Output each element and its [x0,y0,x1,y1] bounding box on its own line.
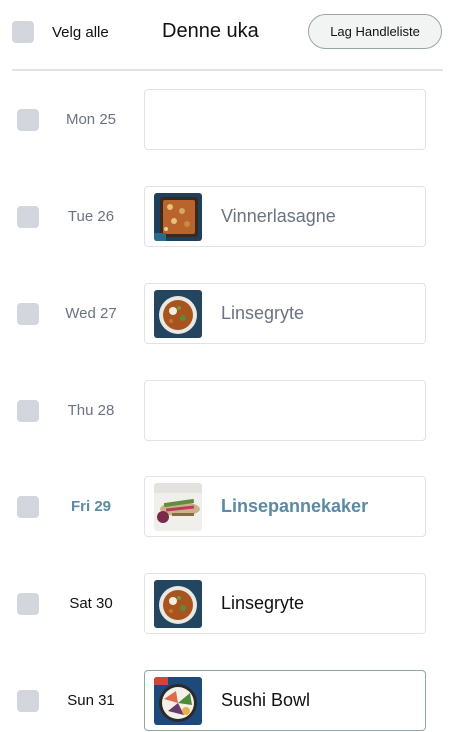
day-row-thu: Thu 28 [0,380,449,442]
day-checkbox[interactable] [17,303,39,325]
meal-card[interactable]: Vinnerlasagne [144,186,426,247]
dish-name: Vinnerlasagne [221,206,336,226]
select-all-label[interactable]: Velg alle [52,24,109,41]
page-title: Denne uka [162,20,259,42]
meal-card[interactable]: Linsegryte [144,573,426,634]
day-label: Wed 27 [65,305,117,322]
meal-card[interactable]: Linsepannekaker [144,476,426,537]
dish-name: Sushi Bowl [221,690,311,710]
day-row-fri: Fri 29 Linsepannekaker [0,476,449,538]
day-label: Sat 30 [69,595,113,612]
day-row-mon: Mon 25 [0,89,449,151]
day-row-sat: Sat 30 Linsegryte [0,573,449,635]
select-all-checkbox[interactable] [12,21,34,43]
day-row-tue: Tue 26 Vinnerlasagne [0,186,449,248]
day-label: Sun 31 [67,692,115,709]
day-checkbox[interactable] [17,690,39,712]
sushi-bowl-thumbnail [154,677,202,725]
day-label: Fri 29 [70,498,112,515]
day-label: Tue 26 [67,208,115,225]
day-label: Thu 28 [67,402,115,419]
meal-slot-empty[interactable] [144,380,426,441]
day-checkbox[interactable] [17,496,39,518]
day-checkbox[interactable] [17,400,39,422]
meal-slot-empty[interactable] [144,89,426,150]
dish-name: Linsepannekaker [221,496,369,516]
lasagna-thumbnail [154,193,202,241]
dish-name: Linsegryte [221,593,305,613]
pancakes-thumbnail [154,483,202,531]
create-shopping-list-button[interactable]: Lag Handleliste [308,14,442,49]
stew-thumbnail [154,290,202,338]
dish-name: Linsegryte [221,303,305,323]
meal-card[interactable]: Linsegryte [144,283,426,344]
day-checkbox[interactable] [17,109,39,131]
day-row-sun: Sun 31 Sushi Bowl [0,670,449,732]
meal-card[interactable]: Sushi Bowl [144,670,426,731]
day-checkbox[interactable] [17,206,39,228]
day-row-wed: Wed 27 Linsegryte [0,283,449,345]
stew-thumbnail [154,580,202,628]
day-label: Mon 25 [65,111,117,128]
header-divider [12,69,443,71]
header: Velg alle Denne uka Lag Handleliste [0,0,449,68]
day-checkbox[interactable] [17,593,39,615]
